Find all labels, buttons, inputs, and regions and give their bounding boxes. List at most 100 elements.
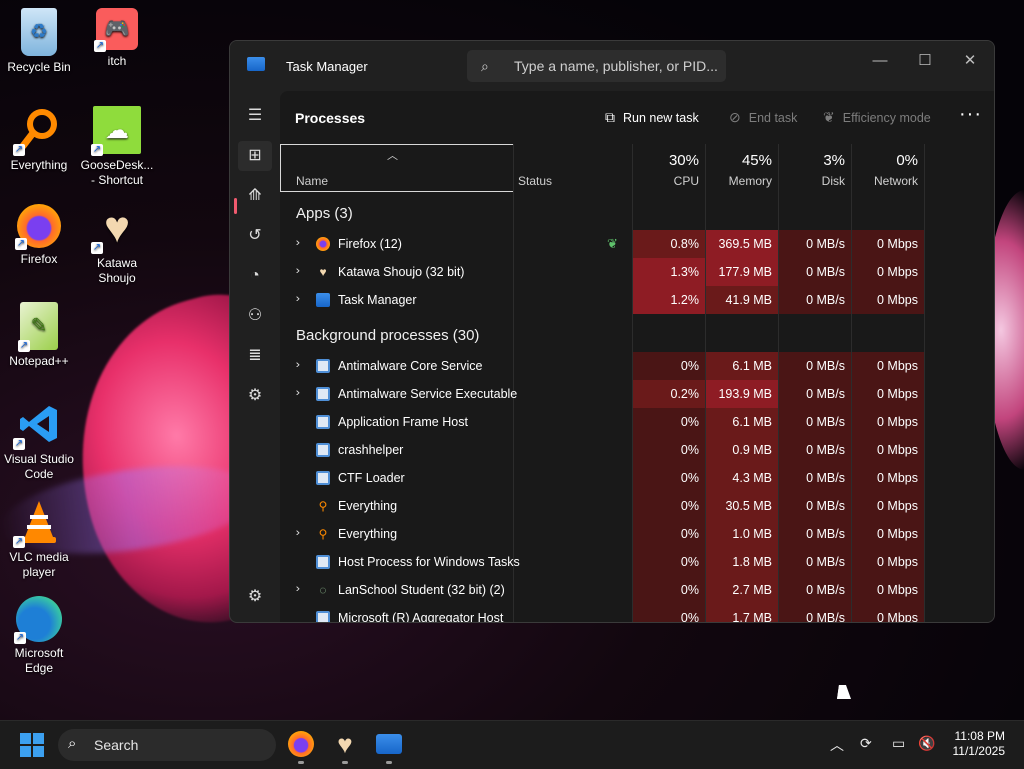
process-row[interactable]: › Firefox (12) ❦ 0.8% 369.5 MB 0 MB/s 0 Mbps (280, 230, 924, 258)
nav-services-icon[interactable]: ⚙ (238, 381, 272, 411)
search-input[interactable]: ⌕ Type a name, publisher, or PID... (467, 50, 726, 82)
nav-details-icon[interactable]: ≣ (238, 341, 272, 371)
expand-chevron-icon[interactable]: › (296, 265, 300, 277)
desktop-icon-notepadpp[interactable]: ✎ ↗ Notepad++ (1, 302, 77, 369)
volume-muted-icon[interactable]: 🔇 (918, 735, 935, 752)
column-header-disk[interactable]: 3% Disk (779, 144, 851, 190)
process-row[interactable]: › ♥ Katawa Shoujo (32 bit) 1.3% 177.9 MB 0 MB… (280, 258, 924, 286)
process-row[interactable]: › Antimalware Core Service 0% 6.1 MB 0 MB/s 0… (280, 352, 924, 380)
desktop-icon-katawa[interactable]: ♥ ↗ Katawa Shoujo (79, 204, 155, 286)
desktop-icon-edge[interactable]: ↗ Microsoft Edge (1, 596, 77, 676)
taskbar-task-manager-icon[interactable] (376, 734, 402, 754)
process-row[interactable]: Microsoft (R) Aggregator Host 0% 1.7 MB 0 M… (280, 604, 924, 622)
desktop-icon-label: Visual Studio Code (4, 452, 74, 481)
close-button[interactable]: ✕ (955, 47, 985, 75)
column-header-network[interactable]: 0% Network (852, 144, 924, 190)
desktop-icon-firefox[interactable]: ↗ Firefox (1, 204, 77, 267)
vlc-icon: ↗ (13, 498, 63, 548)
column-header-cpu[interactable]: 30% CPU (633, 144, 705, 190)
system-clock[interactable]: 11:08 PM 11/1/2025 (953, 729, 1006, 759)
desktop-icon-vscode[interactable]: ↗ Visual Studio Code (1, 400, 77, 482)
expand-chevron-icon[interactable]: › (296, 583, 300, 595)
clock-date: 11/1/2025 (952, 744, 1006, 758)
expand-chevron-icon[interactable]: › (296, 293, 300, 305)
column-divider (924, 144, 925, 622)
hamburger-menu-icon[interactable]: ☰ (238, 101, 272, 131)
desktop-icon-vlc[interactable]: ↗ VLC media player (1, 498, 77, 580)
lanschool-icon: ◌ (319, 583, 327, 597)
cpu-cell: 0% (633, 408, 705, 436)
process-row[interactable]: › ◌ LanSchool Student (32 bit) (2) 0% 2.7 MB… (280, 576, 924, 604)
nav-processes-icon[interactable]: ⊞ (238, 141, 272, 171)
nav-startup-apps-icon[interactable]: ◔ (238, 261, 272, 291)
katawa-icon: ♥ ↗ (91, 203, 131, 254)
process-row[interactable]: crashhelper 0% 0.9 MB 0 MB/s 0 Mbps (280, 436, 924, 464)
run-new-task-label: Run new task (623, 110, 699, 125)
memory-cell: 6.1 MB (706, 408, 778, 436)
disk-cell: 0 MB/s (779, 520, 851, 548)
taskbar-katawa-icon[interactable]: ♥ (332, 731, 358, 757)
sort-ascending-icon: ︿ (387, 150, 398, 162)
process-row[interactable]: Application Frame Host 0% 6.1 MB 0 MB/s 0 Mb… (280, 408, 924, 436)
expand-chevron-icon[interactable]: › (296, 387, 300, 399)
taskbar: ⌕ Search ♥ ︿ ⟳ ▭ 🔇 11:08 PM 11/1/2025 (0, 720, 1024, 769)
desktop-icon-recycle-bin[interactable]: ♻ Recycle Bin (1, 8, 77, 75)
more-options-icon[interactable]: ··· (959, 103, 982, 126)
column-label: CPU (673, 174, 699, 188)
taskbar-firefox-icon[interactable] (288, 731, 314, 757)
desktop-icon-itch[interactable]: 🎮 ↗ itch (79, 8, 155, 69)
memory-cell: 1.0 MB (706, 520, 778, 548)
nav-app-history-icon[interactable]: ↺ (238, 221, 272, 251)
edge-icon: ↗ (14, 596, 62, 644)
column-header-name[interactable]: ︿ Name (280, 144, 514, 192)
title-bar[interactable]: Task Manager ⌕ Type a name, publisher, o… (230, 41, 994, 91)
apps-section-title: Apps (3) (296, 205, 353, 222)
start-button[interactable] (20, 733, 44, 757)
nav-rail: ☰ ⊞ ⟰ ↺ ◔ ⚇ ≣ ⚙ ⚙ (230, 91, 280, 622)
minimize-button[interactable]: — (865, 47, 895, 75)
show-hidden-icons-chevron-icon[interactable]: ︿ (830, 735, 844, 755)
process-row[interactable]: Host Process for Windows Tasks 0% 1.8 MB 0 … (280, 548, 924, 576)
sync-update-icon[interactable]: ⟳ (860, 735, 872, 752)
process-row[interactable]: CTF Loader 0% 4.3 MB 0 MB/s 0 Mbps (280, 464, 924, 492)
process-name: Host Process for Windows Tasks (338, 555, 520, 569)
process-name: crashhelper (338, 443, 404, 457)
disk-cell: 0 MB/s (779, 548, 851, 576)
taskbar-search[interactable]: ⌕ Search (58, 729, 276, 761)
process-row[interactable]: › Task Manager 1.2% 41.9 MB 0 MB/s 0 Mbps (280, 286, 924, 314)
column-header-memory[interactable]: 45% Memory (706, 144, 778, 190)
network-cell: 0 Mbps (852, 492, 924, 520)
process-name: Firefox (12) (338, 237, 402, 251)
expand-chevron-icon[interactable]: › (296, 527, 300, 539)
windows-logo-icon (20, 733, 31, 744)
nav-performance-icon[interactable]: ⟰ (238, 181, 272, 211)
run-new-task-button[interactable]: ⧉ Run new task (605, 109, 699, 126)
firefox-icon: ↗ (15, 204, 61, 250)
disk-cell: 0 MB/s (779, 230, 851, 258)
cpu-cell: 0% (633, 464, 705, 492)
process-row[interactable]: › Antimalware Service Executable 0.2% 193.9… (280, 380, 924, 408)
efficiency-leaf-icon: ❦ (607, 236, 618, 251)
network-icon[interactable]: ▭ (892, 735, 905, 752)
memory-cell: 6.1 MB (706, 352, 778, 380)
disk-cell: 0 MB/s (779, 604, 851, 622)
expand-chevron-icon[interactable]: › (296, 237, 300, 249)
desktop-icon-goose[interactable]: ☁ ↗ GooseDesk... - Shortcut (79, 106, 155, 188)
settings-gear-icon[interactable]: ⚙ (238, 582, 272, 612)
expand-chevron-icon[interactable]: › (296, 359, 300, 371)
process-row[interactable]: ⚲ Everything 0% 30.5 MB 0 MB/s 0 Mbps (280, 492, 924, 520)
desktop-icon-everything[interactable]: ↗ Everything (1, 106, 77, 173)
efficiency-mode-button[interactable]: ❦ Efficiency mode (823, 109, 931, 126)
column-header-status[interactable]: Status (518, 144, 628, 190)
end-task-button[interactable]: ⊘ End task (729, 109, 797, 126)
network-cell: 0 Mbps (852, 436, 924, 464)
recycle-bin-icon: ♻ (21, 8, 57, 56)
process-name: Everything (338, 527, 398, 541)
shortcut-arrow-icon: ↗ (18, 340, 30, 352)
memory-cell: 1.8 MB (706, 548, 778, 576)
maximize-button[interactable]: ☐ (910, 47, 940, 75)
process-name: LanSchool Student (32 bit) (2) (338, 583, 505, 597)
disk-cell: 0 MB/s (779, 286, 851, 314)
nav-users-icon[interactable]: ⚇ (238, 301, 272, 331)
process-row[interactable]: › ⚲ Everything 0% 1.0 MB 0 MB/s 0 Mbps (280, 520, 924, 548)
